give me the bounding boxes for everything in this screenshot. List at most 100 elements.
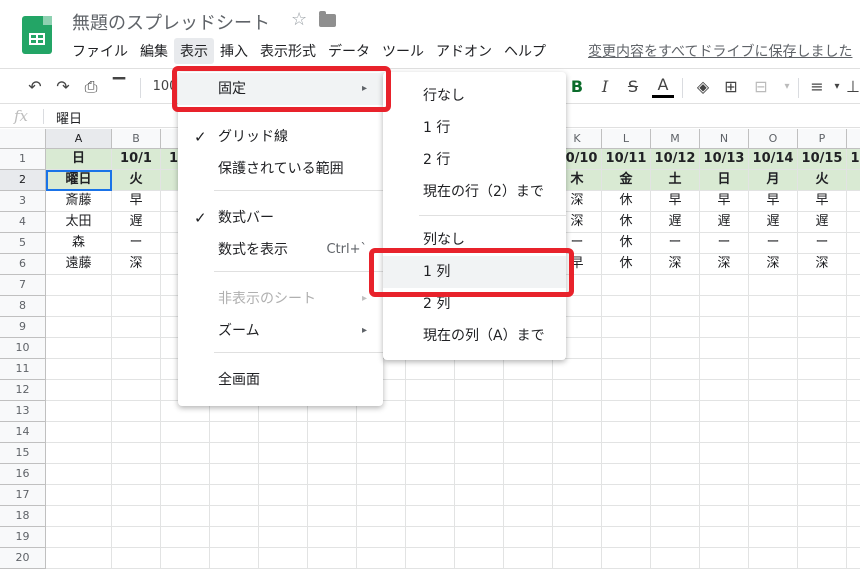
cell[interactable] (798, 443, 847, 464)
view-menu-item[interactable]: 数式を表示 Ctrl+` (178, 234, 383, 266)
cell[interactable] (406, 380, 455, 401)
cell[interactable] (847, 296, 860, 317)
cell[interactable] (455, 506, 504, 527)
freeze-option[interactable]: 1 列 (383, 256, 566, 288)
cell[interactable] (259, 422, 308, 443)
cell[interactable] (112, 485, 161, 506)
cell[interactable] (46, 485, 112, 506)
cell[interactable] (749, 296, 798, 317)
cell[interactable] (847, 170, 860, 191)
cell[interactable] (308, 485, 357, 506)
cell[interactable] (308, 443, 357, 464)
cell[interactable] (406, 548, 455, 569)
cell[interactable] (602, 548, 651, 569)
undo-icon[interactable]: ↶ (24, 75, 46, 99)
cell[interactable] (749, 485, 798, 506)
cell[interactable] (308, 527, 357, 548)
cell[interactable] (455, 380, 504, 401)
menu-data[interactable]: データ (322, 38, 376, 64)
cell[interactable] (406, 527, 455, 548)
cell[interactable] (112, 443, 161, 464)
column-header[interactable]: A (46, 129, 112, 149)
cell[interactable] (847, 233, 860, 254)
freeze-option[interactable]: 列なし (383, 224, 566, 256)
cell[interactable] (749, 506, 798, 527)
row-header[interactable]: 16 (0, 464, 46, 485)
column-header[interactable]: B (112, 129, 161, 149)
row-header[interactable]: 10 (0, 338, 46, 359)
cell[interactable] (798, 359, 847, 380)
cell[interactable] (504, 422, 553, 443)
cell[interactable] (847, 254, 860, 275)
cell[interactable] (798, 401, 847, 422)
cell[interactable]: 太田 (46, 212, 112, 233)
cell[interactable] (455, 359, 504, 380)
cell[interactable] (455, 422, 504, 443)
cell[interactable] (700, 338, 749, 359)
cell[interactable] (112, 275, 161, 296)
cell[interactable] (112, 422, 161, 443)
cell[interactable] (700, 275, 749, 296)
vertical-align-icon[interactable]: ⊥ (842, 75, 860, 99)
cell[interactable] (161, 422, 210, 443)
cell[interactable]: 土 (651, 170, 700, 191)
cell[interactable] (406, 506, 455, 527)
cell[interactable]: 休 (602, 191, 651, 212)
cell[interactable] (46, 401, 112, 422)
cell[interactable] (847, 380, 860, 401)
menu-view[interactable]: 表示 (174, 38, 214, 64)
cell[interactable] (700, 296, 749, 317)
cell[interactable] (700, 317, 749, 338)
cell[interactable] (553, 548, 602, 569)
paint-format-icon[interactable]: ▔ (108, 75, 130, 99)
cell[interactable] (651, 275, 700, 296)
formula-input[interactable]: 曜日 (56, 108, 82, 127)
cell[interactable] (112, 527, 161, 548)
cell[interactable] (112, 338, 161, 359)
cell[interactable] (46, 548, 112, 569)
column-header[interactable]: Q (847, 129, 860, 149)
column-header[interactable]: M (651, 129, 700, 149)
row-header[interactable]: 12 (0, 380, 46, 401)
cell[interactable]: 深 (749, 254, 798, 275)
italic-icon[interactable]: I (594, 75, 616, 99)
row-header[interactable]: 11 (0, 359, 46, 380)
cell[interactable] (112, 359, 161, 380)
cell[interactable] (161, 506, 210, 527)
cell[interactable] (602, 401, 651, 422)
column-header[interactable]: P (798, 129, 847, 149)
cell[interactable] (357, 548, 406, 569)
column-header[interactable]: N (700, 129, 749, 149)
cell[interactable] (112, 296, 161, 317)
cell[interactable]: 早 (112, 191, 161, 212)
cell[interactable] (700, 359, 749, 380)
cell[interactable] (112, 548, 161, 569)
row-header[interactable]: 19 (0, 527, 46, 548)
cell[interactable] (210, 485, 259, 506)
cell[interactable] (553, 527, 602, 548)
cell[interactable] (651, 485, 700, 506)
cell[interactable] (455, 464, 504, 485)
cell[interactable] (749, 527, 798, 548)
cell[interactable] (847, 527, 860, 548)
row-header[interactable]: 13 (0, 401, 46, 422)
cell[interactable] (847, 191, 860, 212)
cell[interactable] (504, 506, 553, 527)
cell[interactable] (798, 380, 847, 401)
cell[interactable]: 遅 (798, 212, 847, 233)
cell[interactable]: 遅 (651, 212, 700, 233)
cell[interactable] (455, 548, 504, 569)
cell[interactable] (651, 506, 700, 527)
view-menu-item[interactable]: 固定 ▸ (178, 73, 383, 105)
align-icon[interactable]: ≡ (806, 75, 828, 99)
cell[interactable] (700, 506, 749, 527)
cell[interactable]: 遅 (112, 212, 161, 233)
cell[interactable] (700, 464, 749, 485)
cell[interactable] (455, 485, 504, 506)
cell[interactable] (651, 548, 700, 569)
menu-addons[interactable]: アドオン (430, 38, 498, 64)
cell[interactable] (46, 527, 112, 548)
cell[interactable] (700, 443, 749, 464)
view-menu-item[interactable]: ✓ 数式バー (178, 202, 383, 234)
row-header[interactable]: 3 (0, 191, 46, 212)
